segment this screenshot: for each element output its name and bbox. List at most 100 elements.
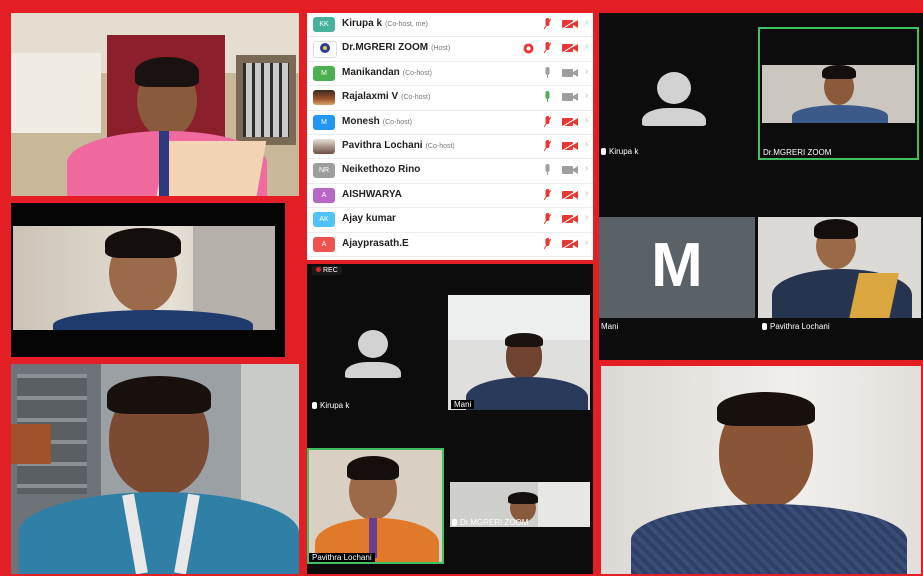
person-hair [822,65,856,79]
video-tile-woman-pink-saree [11,13,299,196]
video-tile-man-blue-shirt [11,364,299,574]
chevron-right-icon[interactable]: › [585,115,588,126]
saree-drape [155,141,267,196]
avatar-letter: M [651,231,703,300]
participant-row[interactable]: Dr.MGRERI ZOOM (Host) › [307,37,593,62]
mic-icon [312,402,317,409]
mic-muted-icon[interactable] [544,188,551,201]
person-hair [814,219,858,239]
video-tile-man-checked-shirt [601,366,921,574]
chevron-right-icon[interactable]: › [585,66,588,77]
default-avatar-icon [657,72,691,104]
mic-muted-icon[interactable] [544,18,551,30]
host-logo-icon [320,43,330,54]
chevron-right-icon[interactable]: › [585,188,588,199]
collage-frame: KK Kirupa k (Co-host, me) › Dr.MGRERI ZOO… [0,0,923,576]
mic-icon [762,323,767,330]
mic-icon [452,519,457,526]
recording-indicator: REC [312,266,342,275]
participant-avatar: M [313,65,335,81]
participant-row[interactable]: AK Ajay kumar › [307,208,593,233]
participants-list[interactable]: KK Kirupa k (Co-host, me) › Dr.MGRERI ZOO… [307,13,593,260]
participant-avatar [313,138,335,154]
participant-role: (Co-host) [401,94,431,102]
video-tile-pavithra-center [307,448,444,564]
chevron-right-icon[interactable]: › [585,139,588,150]
video-off-icon[interactable] [562,189,578,200]
chevron-right-icon[interactable]: › [585,90,588,101]
video-feed [762,65,915,123]
tile-label: Mani [451,400,475,409]
tile-label: Dr.MGRERI ZOOM [763,148,832,157]
mic-active-icon[interactable] [544,91,551,103]
participant-row[interactable]: KK Kirupa k (Co-host, me) › [307,13,593,38]
participant-avatar: A [313,187,335,203]
participant-row[interactable]: A Ajayprasath.E › [307,233,593,257]
video-off-icon[interactable] [562,214,578,225]
tile-label: Pavithra Lochani [762,322,830,331]
participant-avatar [313,90,335,106]
video-camera-icon[interactable] [562,68,578,78]
mic-muted-icon[interactable] [544,237,551,250]
participant-name: Monesh (Co-host) [342,115,412,127]
video-off-icon[interactable] [562,238,578,249]
participant-name: Rajalaxmi V (Co-host) [342,91,431,103]
mic-icon[interactable] [544,164,551,176]
video-tile-man-center [448,295,590,410]
video-off-icon[interactable] [562,19,578,29]
person-hair [717,392,815,426]
participant-name: Ajay kumar [342,213,396,225]
chevron-right-icon[interactable]: › [585,41,588,52]
participant-row[interactable]: Pavithra Lochani (Co-host) › [307,135,593,160]
avatar-tile-mani: M [599,217,755,318]
participant-name: Kirupa k (Co-host, me) [342,18,428,29]
chevron-right-icon[interactable]: › [585,237,588,248]
video-camera-icon[interactable] [562,165,578,175]
mic-muted-icon[interactable] [544,42,551,54]
chevron-right-icon[interactable]: › [585,163,588,174]
participant-avatar: AK [313,212,335,228]
mic-muted-icon[interactable] [544,139,551,152]
participant-avatar [313,41,337,59]
person-body [466,377,588,410]
participant-row[interactable]: NR Neikethozo Rino › [307,159,593,184]
participant-row[interactable]: M Monesh (Co-host) › [307,111,593,135]
participant-avatar: KK [313,17,335,32]
id-lanyard [159,131,169,196]
tile-label: Dr.MGRERI ZOOM [452,518,528,527]
participant-name: Neikethozo Rino [342,164,421,176]
default-avatar-icon [358,330,388,358]
participant-row[interactable]: M Manikandan (Co-host) › [307,62,593,87]
mic-muted-icon[interactable] [544,115,551,128]
mic-muted-icon[interactable] [544,213,551,225]
default-avatar-body [642,108,706,126]
participant-role: (Co-host) [425,142,455,150]
participant-avatar: NR [313,163,335,179]
participant-row[interactable]: A AISHWARYA › [307,184,593,209]
participant-role: (Co-host) [382,118,412,126]
participant-name: Dr.MGRERI ZOOM (Host) [342,42,451,54]
participant-avatar: A [313,236,335,252]
chevron-right-icon[interactable]: › [585,212,588,223]
video-off-icon[interactable] [562,43,578,54]
video-camera-icon[interactable] [562,92,578,102]
person-body [792,105,888,123]
participant-name: Manikandan (Co-host) [342,66,432,78]
person-hair [508,492,538,504]
tile-label: Pavithra Lochani [309,553,375,562]
recording-badge-icon [523,43,534,54]
participant-avatar: M [313,114,335,130]
default-avatar-body [345,362,401,378]
participant-row[interactable]: Rajalaxmi V (Co-host) › [307,86,593,111]
id-lanyard [369,518,377,558]
video-off-icon[interactable] [562,140,578,151]
participant-name: AISHWARYA [342,188,402,200]
person-body [19,492,299,574]
chevron-right-icon[interactable]: › [585,17,588,28]
mic-icon[interactable] [544,66,551,79]
video-off-icon[interactable] [562,116,578,127]
video-tile-host-active [758,27,919,160]
video-feed [13,226,275,330]
mic-icon [601,148,606,155]
person-hair [347,456,399,480]
